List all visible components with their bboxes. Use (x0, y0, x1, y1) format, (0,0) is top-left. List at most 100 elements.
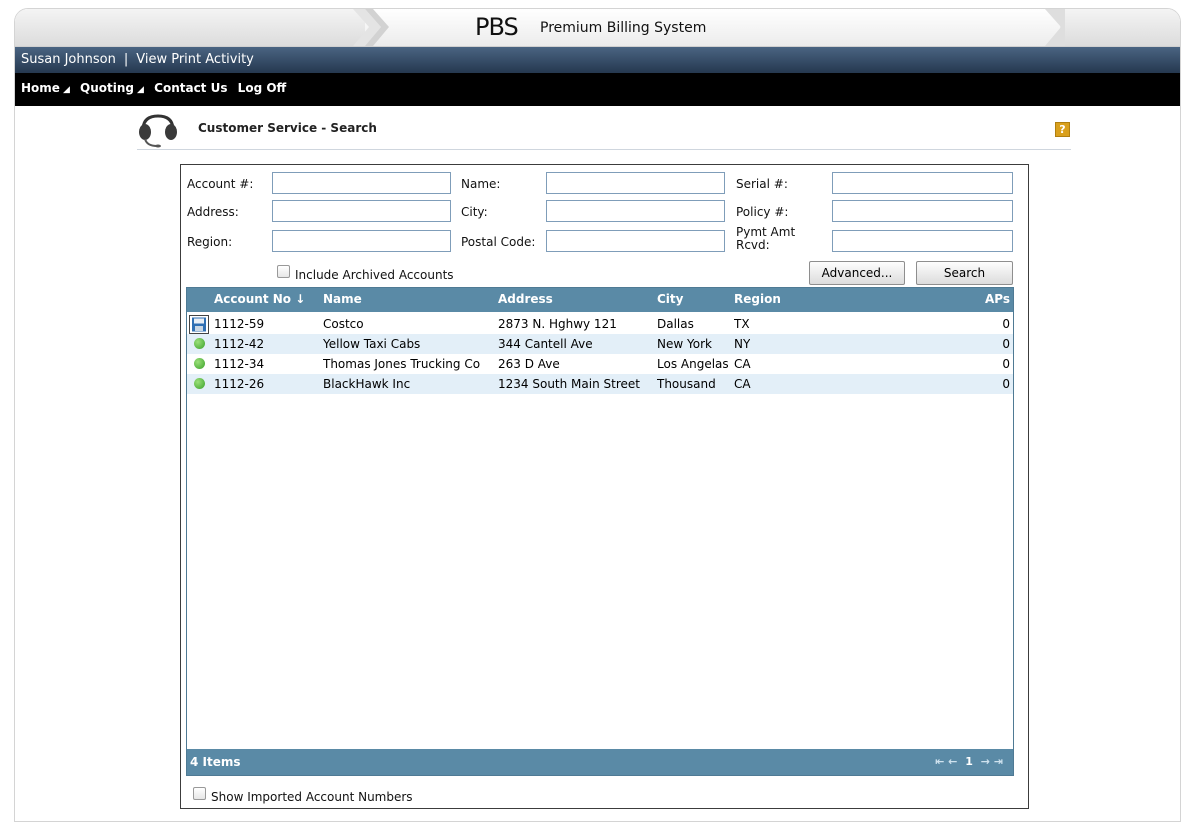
table-row[interactable]: 1112-34 Thomas Jones Trucking Co 263 D A… (187, 354, 1013, 374)
status-active-icon (194, 338, 205, 349)
serial-label: Serial #: (736, 177, 788, 191)
account-no: 1112-34 (214, 357, 265, 371)
account-name: Yellow Taxi Cabs (323, 337, 421, 351)
nav-quoting[interactable]: Quoting ◢ (80, 81, 144, 95)
advanced-button[interactable]: Advanced... (809, 261, 905, 285)
pymt-amt-label: Pymt Amt Rcvd: (736, 226, 795, 252)
pbs-logo: PBS (475, 13, 519, 41)
status-active-icon (194, 358, 205, 369)
include-archived-label: Include Archived Accounts (295, 268, 454, 282)
prev-page-icon[interactable]: ← (948, 755, 957, 768)
user-bar: Susan Johnson | View Print Activity (15, 47, 1180, 73)
account-name: Thomas Jones Trucking Co (323, 357, 481, 371)
table-row[interactable]: 1112-59 Costco 2873 N. Hghwy 121 Dallas … (187, 314, 1013, 334)
col-name[interactable]: Name (323, 292, 362, 306)
city-label: City: (461, 205, 488, 219)
postal-code-label: Postal Code: (461, 235, 536, 249)
help-icon[interactable]: ? (1055, 122, 1070, 137)
col-account-no-label: Account No (214, 292, 292, 306)
results-grid: Account No ↓ Name Address City Region AP… (186, 287, 1014, 776)
show-imported-checkbox[interactable] (193, 787, 206, 800)
region-input[interactable] (272, 230, 451, 252)
user-name: Susan Johnson (21, 52, 116, 67)
account-no: 1112-26 (214, 377, 265, 391)
table-row[interactable]: 1112-42 Yellow Taxi Cabs 344 Cantell Ave… (187, 334, 1013, 354)
view-print-activity-link[interactable]: View Print Activity (136, 52, 254, 67)
address-input[interactable] (272, 200, 451, 222)
search-button[interactable]: Search (916, 261, 1013, 285)
pymt-amt-label-line2: Rcvd: (736, 238, 770, 252)
show-imported-label: Show Imported Account Numbers (211, 790, 413, 804)
banner-right-segment (1060, 9, 1180, 46)
account-address: 344 Cantell Ave (498, 337, 593, 351)
user-bar-separator: | (123, 52, 129, 67)
caret-down-icon: ◢ (62, 85, 70, 95)
title-divider (137, 149, 1071, 150)
account-city: New York (657, 337, 712, 351)
account-region: CA (734, 377, 751, 391)
pymt-amt-input[interactable] (832, 230, 1013, 252)
account-city: Los Angelas (657, 357, 729, 371)
nav-log-off[interactable]: Log Off (238, 81, 287, 95)
brand-title: Premium Billing System (540, 20, 707, 36)
account-address: 1234 South Main Street (498, 377, 640, 391)
policy-input[interactable] (832, 200, 1013, 222)
city-input[interactable] (546, 200, 725, 222)
col-region[interactable]: Region (734, 292, 781, 306)
grid-footer: 4 Items ⇤ ← 1 → ⇥ (187, 749, 1013, 775)
account-region: CA (734, 357, 751, 371)
page-title: Customer Service - Search (198, 121, 377, 135)
main-nav: Home ◢ Quoting ◢ Contact Us Log Off (15, 73, 1180, 106)
address-label: Address: (187, 205, 239, 219)
pager: ⇤ ← 1 → ⇥ (935, 749, 1003, 775)
name-input[interactable] (546, 172, 725, 194)
account-label: Account #: (187, 177, 254, 191)
col-account-no[interactable]: Account No ↓ (214, 292, 305, 306)
account-region: TX (734, 317, 750, 331)
policy-label: Policy #: (736, 205, 789, 219)
nav-contact-us[interactable]: Contact Us (154, 81, 227, 95)
banner-left-segment (15, 9, 365, 46)
last-page-icon[interactable]: ⇥ (994, 755, 1003, 768)
save-icon[interactable] (189, 315, 209, 334)
account-no: 1112-59 (214, 317, 265, 331)
table-row[interactable]: 1112-26 BlackHawk Inc 1234 South Main St… (187, 374, 1013, 394)
account-address: 263 D Ave (498, 357, 560, 371)
account-aps: 0 (1002, 337, 1010, 351)
nav-home[interactable]: Home ◢ (21, 81, 70, 95)
account-name: Costco (323, 317, 364, 331)
account-city: Thousand ... (657, 377, 719, 391)
grid-header: Account No ↓ Name Address City Region AP… (187, 288, 1013, 312)
account-address: 2873 N. Hghwy 121 (498, 317, 617, 331)
nav-home-label: Home (21, 81, 60, 95)
next-page-icon[interactable]: → (981, 755, 990, 768)
serial-input[interactable] (832, 172, 1013, 194)
banner-right-chevron (1045, 9, 1065, 46)
account-no: 1112-42 (214, 337, 265, 351)
first-page-icon[interactable]: ⇤ (935, 755, 944, 768)
account-region: NY (734, 337, 751, 351)
col-address[interactable]: Address (498, 292, 553, 306)
search-panel: Account #: Name: Serial #: Address: City… (180, 164, 1029, 809)
current-page[interactable]: 1 (965, 755, 973, 768)
chevron-right-icon (353, 9, 389, 46)
account-input[interactable] (272, 172, 451, 194)
account-aps: 0 (1002, 357, 1010, 371)
name-label: Name: (461, 177, 501, 191)
include-archived-checkbox[interactable] (277, 265, 290, 278)
account-aps: 0 (1002, 317, 1010, 331)
nav-quoting-label: Quoting (80, 81, 135, 95)
col-aps[interactable]: APs (985, 292, 1010, 306)
col-city[interactable]: City (657, 292, 683, 306)
sort-down-icon: ↓ (295, 292, 306, 306)
region-label: Region: (187, 235, 233, 249)
top-banner: PBS Premium Billing System (15, 9, 1180, 47)
postal-code-input[interactable] (546, 230, 725, 252)
account-aps: 0 (1002, 377, 1010, 391)
account-name: BlackHawk Inc (323, 377, 411, 391)
headset-icon (139, 114, 177, 148)
caret-down-icon: ◢ (137, 85, 144, 95)
item-count: 4 Items (190, 755, 241, 769)
status-active-icon (194, 378, 205, 389)
account-city: Dallas (657, 317, 694, 331)
